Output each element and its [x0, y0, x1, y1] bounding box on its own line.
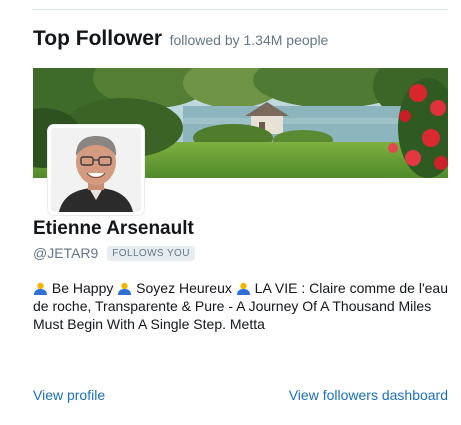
card-title: Top Follower — [33, 27, 163, 50]
avatar[interactable] — [48, 125, 144, 215]
profile-bio: Be Happy Soyez Heureux LA VIE : Claire c… — [33, 279, 453, 333]
view-followers-dashboard-link[interactable]: View followers dashboard — [289, 387, 448, 403]
person-emoji-icon — [236, 282, 250, 295]
bio-segment: Soyez Heureux — [136, 280, 232, 296]
profile-handle: @JETAR9 — [33, 245, 99, 261]
handle-row: @JETAR9 FOLLOWS YOU — [33, 245, 195, 261]
view-profile-link[interactable]: View profile — [33, 387, 105, 403]
profile-name[interactable]: Etienne Arsenault — [33, 218, 194, 240]
top-follower-card: Top Follower followed by 1.34M people Et… — [0, 0, 461, 425]
person-emoji-icon — [118, 282, 132, 295]
follows-you-badge: FOLLOWS YOU — [107, 245, 195, 261]
divider — [32, 9, 448, 10]
card-subtitle: followed by 1.34M people — [169, 32, 329, 48]
person-emoji-icon — [34, 282, 47, 295]
bio-segment: Be Happy — [51, 280, 114, 296]
card-heading: Top Follower followed by 1.34M people — [33, 27, 328, 51]
